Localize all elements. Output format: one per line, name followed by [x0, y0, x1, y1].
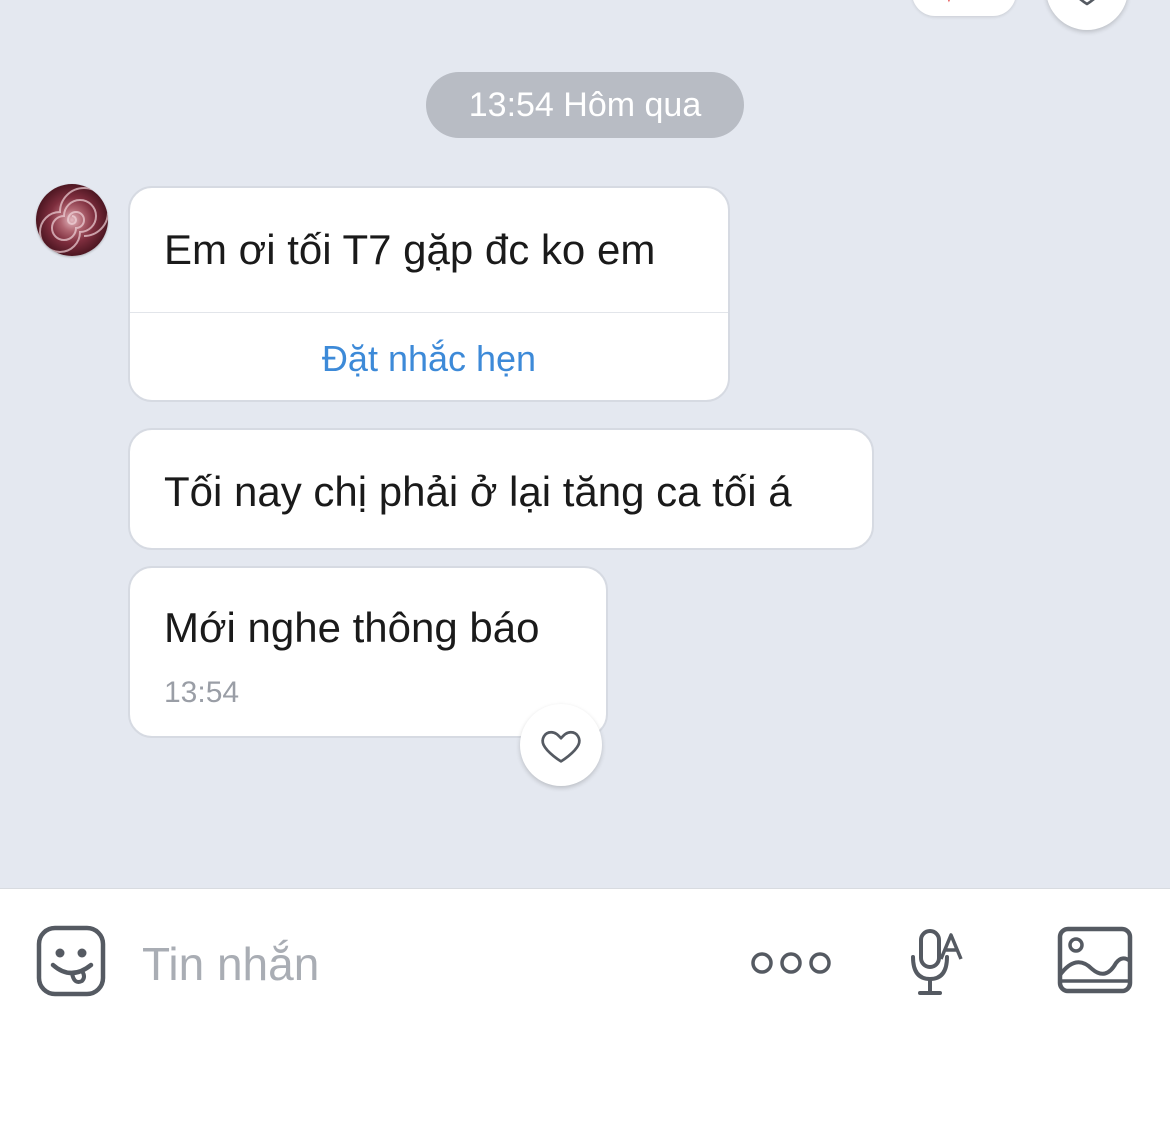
image-icon	[1057, 926, 1133, 994]
avatar[interactable]	[36, 184, 108, 256]
more-icon	[751, 952, 831, 974]
message-input-bar: Tin nhắn	[0, 888, 1170, 1134]
previous-reaction-summary[interactable]: ♥ 1	[912, 0, 1016, 16]
reaction-count: 1	[976, 0, 990, 5]
image-button[interactable]	[1056, 925, 1134, 997]
message-text: Mới nghe thông báo	[164, 604, 540, 651]
timestamp-divider: 13:54 Hôm qua	[426, 72, 744, 138]
rose-avatar-image	[39, 187, 108, 253]
heart-outline-icon	[541, 730, 581, 763]
sticker-icon	[36, 925, 106, 997]
chat-area: ♥ 1 13:54 Hôm qua Em ơi tối T7 gặp đc ko…	[0, 0, 1170, 888]
voice-to-text-button[interactable]	[908, 925, 966, 999]
message-bubble-2[interactable]: Tối nay chị phải ở lại tăng ca tối á	[128, 428, 874, 550]
react-button[interactable]	[520, 704, 602, 786]
set-reminder-link[interactable]: Đặt nhắc hẹn	[130, 338, 728, 380]
more-button[interactable]	[748, 945, 834, 981]
message-bubble-1[interactable]: Em ơi tối T7 gặp đc ko em Đặt nhắc hẹn	[128, 186, 730, 402]
message-text: Em ơi tối T7 gặp đc ko em	[164, 226, 656, 273]
previous-react-button[interactable]	[1046, 0, 1128, 30]
message-text: Tối nay chị phải ở lại tăng ca tối á	[164, 468, 792, 515]
sticker-button[interactable]	[36, 925, 108, 999]
bubble-divider	[130, 312, 728, 313]
voice-to-text-icon	[911, 929, 963, 995]
heart-outline-icon	[1079, 0, 1095, 6]
heart-icon: ♥	[940, 0, 958, 8]
message-input[interactable]: Tin nhắn	[142, 929, 702, 999]
message-time: 13:54	[164, 676, 240, 709]
